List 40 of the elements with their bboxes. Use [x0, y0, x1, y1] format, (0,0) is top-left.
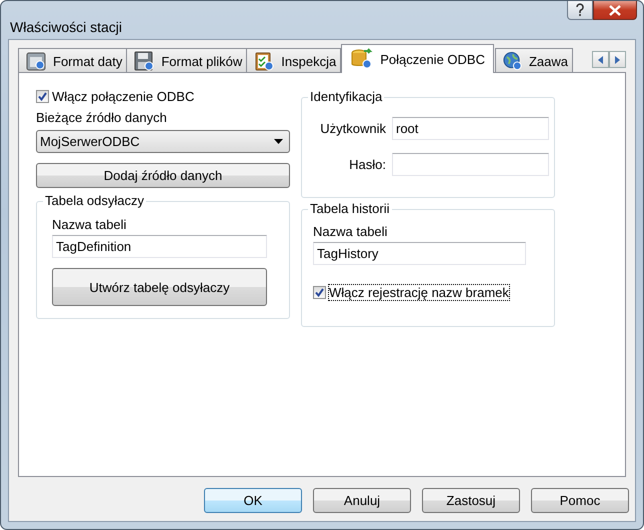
close-icon: [608, 4, 622, 16]
checkbox[interactable]: [313, 286, 326, 299]
password-field[interactable]: [392, 153, 549, 176]
window-title: Właściwości stacji: [10, 19, 124, 35]
close-button[interactable]: [593, 1, 637, 20]
table-name-field[interactable]: TagDefinition: [52, 235, 267, 258]
group-title: Identyfikacja: [308, 89, 384, 104]
tab[interactable]: Inspekcja: [246, 48, 342, 73]
scroll-right-button[interactable]: [609, 51, 626, 68]
question-mark-icon: [575, 3, 585, 17]
checkbox-label: Włącz połączenie ODBC: [52, 89, 194, 104]
globe-icon: [502, 50, 523, 72]
scroll-left-button[interactable]: [592, 51, 609, 68]
dropdown-arrow-icon: [274, 139, 283, 144]
table-name-field[interactable]: TagHistory: [313, 242, 526, 265]
tab[interactable]: Format daty: [18, 48, 128, 73]
group-title: Tabela historii: [308, 201, 392, 216]
table-name-label: Nazwa tabeli: [52, 217, 128, 232]
user-label: Użytkownik: [319, 121, 386, 136]
help-button[interactable]: [567, 1, 593, 20]
source-dropdown[interactable]: MojSerwerODBC: [36, 130, 290, 153]
checkbox[interactable]: [36, 90, 49, 103]
dialog-button[interactable]: Pomoc: [531, 488, 629, 513]
source-label: Bieżące źródło danych: [36, 110, 168, 125]
tab[interactable]: Zaawa: [494, 48, 573, 73]
user-field[interactable]: root: [392, 117, 549, 140]
password-label: Hasło:: [348, 157, 386, 172]
left-arrow-icon: [598, 56, 604, 64]
tab[interactable]: Format plików: [126, 48, 248, 73]
dialog-button[interactable]: Anuluj: [313, 488, 411, 513]
tab[interactable]: Połączenie ODBC: [341, 44, 494, 73]
create-table-button[interactable]: Utwórz tabelę odsyłaczy: [52, 268, 267, 306]
checkbox-label: Włącz rejestrację nazw bramek: [329, 285, 509, 300]
group-title: Tabela odsyłaczy: [43, 193, 146, 208]
right-arrow-icon: [614, 56, 620, 64]
add-source-button[interactable]: Dodaj źródło danych: [36, 163, 290, 188]
table-name-label: Nazwa tabeli: [313, 224, 388, 239]
dialog-button[interactable]: Zastosuj: [422, 488, 520, 513]
database-icon: [350, 48, 374, 70]
dialog-button[interactable]: OK: [204, 488, 302, 513]
